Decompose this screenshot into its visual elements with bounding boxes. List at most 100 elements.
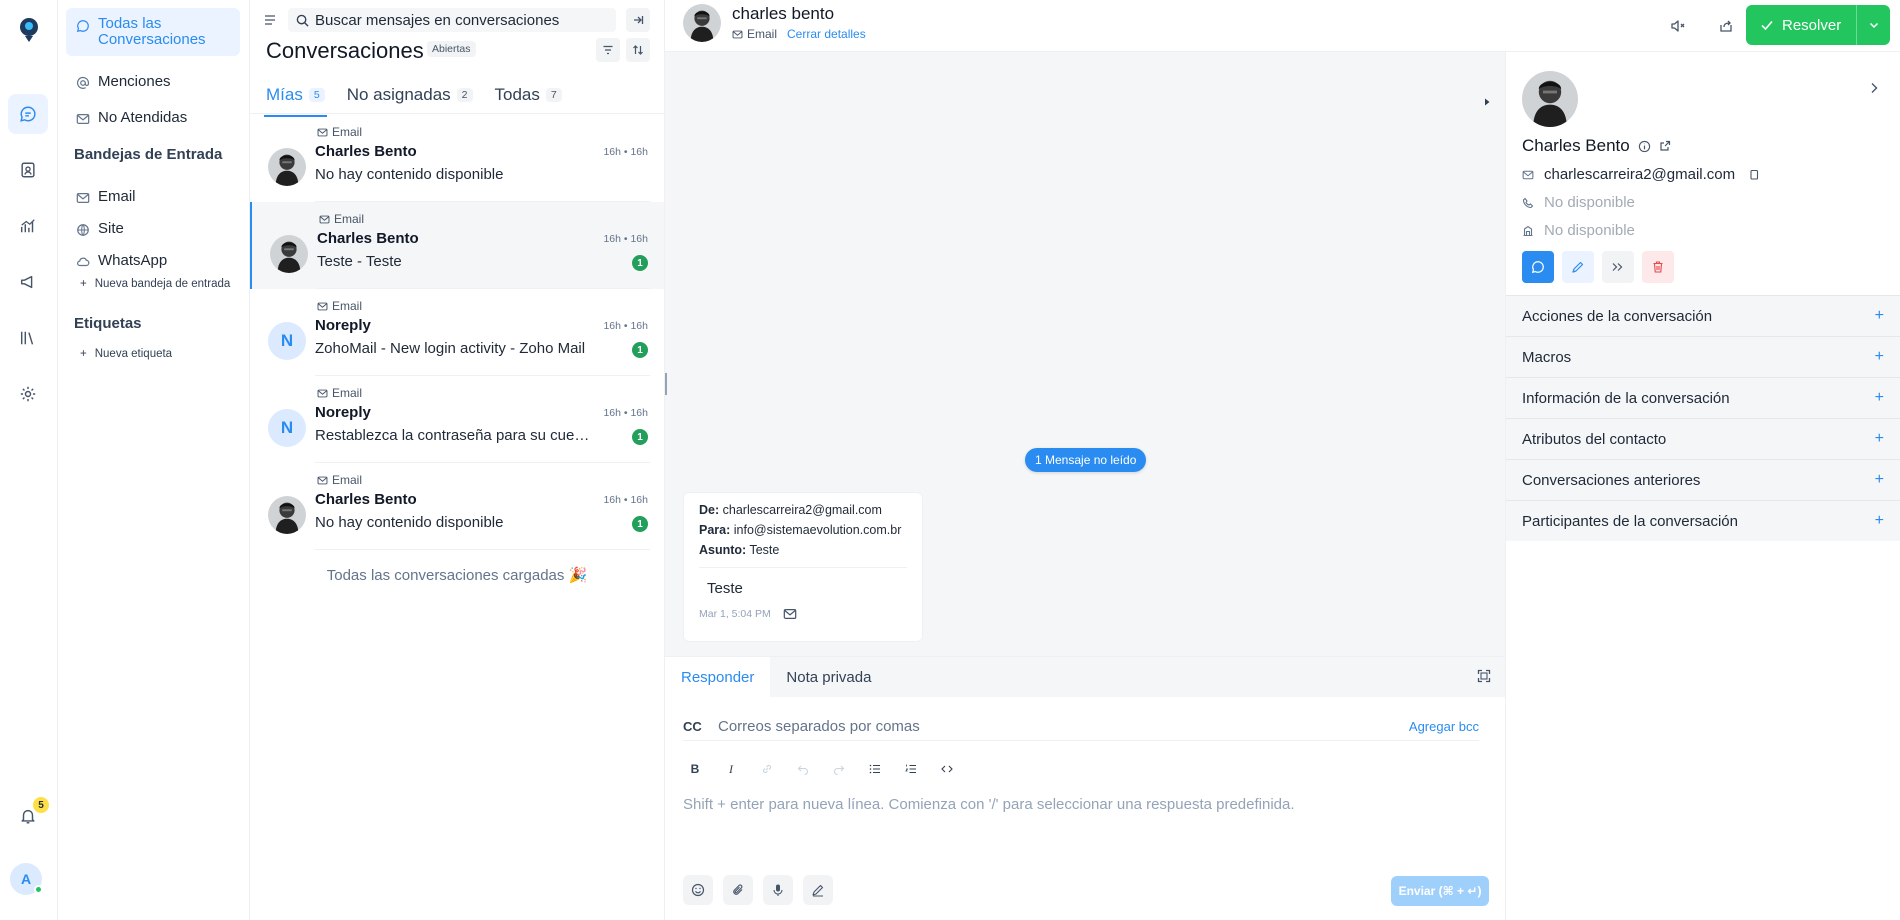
plus-icon: + <box>1874 471 1884 488</box>
link-icon[interactable] <box>755 757 779 781</box>
conversations-nav-icon[interactable] <box>8 94 48 134</box>
tab-private-note[interactable]: Nota privada <box>770 657 887 697</box>
contact-section-accordion[interactable]: Macros + <box>1506 336 1900 377</box>
close-details-link[interactable]: Cerrar detalles <box>787 27 866 41</box>
conversation-item[interactable]: Email Charles Bento No hay contenido dispo… <box>250 463 664 550</box>
bullet-list-icon[interactable] <box>863 757 887 781</box>
signature-pen-icon[interactable] <box>803 875 833 905</box>
library-nav-icon[interactable] <box>8 318 48 358</box>
bold-icon[interactable]: B <box>683 757 707 781</box>
send-button[interactable]: Enviar (⌘ + ↵) <box>1391 876 1489 906</box>
edit-contact-button[interactable] <box>1562 251 1594 283</box>
mail-icon <box>1522 169 1534 181</box>
globe-icon <box>76 223 90 237</box>
status-badge[interactable]: Abiertas <box>427 41 476 57</box>
email-body: Teste <box>707 580 743 597</box>
tab-label: Todas <box>494 85 540 104</box>
conversation-last-message: Teste - Teste <box>317 253 402 270</box>
contact-section-accordion[interactable]: Acciones de la conversación + <box>1506 295 1900 336</box>
contact-avatar <box>270 235 308 273</box>
inbox-icon <box>76 112 90 126</box>
chat-bubble-icon <box>76 19 90 33</box>
tab-count: 5 <box>308 88 325 102</box>
section-title: Acciones de la conversación <box>1522 307 1713 325</box>
conversation-item[interactable]: N Email Noreply ZohoMail - New login activi… <box>250 289 664 376</box>
copy-icon[interactable] <box>1749 169 1759 181</box>
contacts-nav-icon[interactable] <box>8 150 48 190</box>
menu-icon[interactable] <box>264 14 278 26</box>
contact-avatar[interactable] <box>683 4 721 42</box>
expand-editor-icon[interactable] <box>1477 669 1491 683</box>
conversation-last-message: No hay contenido disponible <box>315 166 504 183</box>
search-input[interactable] <box>315 11 608 29</box>
mute-button[interactable] <box>1666 14 1690 38</box>
settings-gear-icon[interactable] <box>8 374 48 414</box>
contact-avatar <box>268 148 306 186</box>
unread-messages-pill[interactable]: 1 Mensaje no leído <box>1025 448 1147 472</box>
conversation-item[interactable]: Email Charles Bento Teste - Teste 16h • 16h… <box>250 202 664 289</box>
collapse-sidebar-button[interactable] <box>626 8 650 32</box>
contact-avatar: N <box>268 409 306 447</box>
conversation-item[interactable]: N Email Noreply Restablezca la contraseña p… <box>250 376 664 463</box>
merge-contact-button[interactable] <box>1602 251 1634 283</box>
contact-section-accordion[interactable]: Atributos del contacto + <box>1506 418 1900 459</box>
chevron-right-icon[interactable] <box>1868 82 1880 94</box>
share-button[interactable] <box>1714 14 1738 38</box>
contact-email[interactable]: charlescarreira2@gmail.com <box>1544 166 1735 183</box>
tab-reply[interactable]: Responder <box>665 657 771 697</box>
toggle-contact-panel-arrow-icon[interactable] <box>1482 97 1492 107</box>
filter-button[interactable] <box>596 38 620 62</box>
contact-section-accordion[interactable]: Participantes de la conversación + <box>1506 500 1900 541</box>
add-bcc-link[interactable]: Agregar bcc <box>1409 719 1479 734</box>
emoji-picker-icon[interactable] <box>683 875 713 905</box>
contact-section-accordion[interactable]: Información de la conversación + <box>1506 377 1900 418</box>
redo-icon[interactable] <box>827 757 851 781</box>
tab-all[interactable]: Todas 7 <box>495 77 562 113</box>
message-editor[interactable] <box>683 796 1479 856</box>
delete-contact-button[interactable] <box>1642 251 1674 283</box>
conversation-item[interactable]: Email Charles Bento No hay contenido dispo… <box>250 115 664 202</box>
sidebar-inbox-site[interactable]: Site <box>66 212 240 245</box>
microphone-icon[interactable] <box>763 875 793 905</box>
panel-resize-handle[interactable] <box>665 373 667 395</box>
chat-contact-name[interactable]: charles bento <box>732 4 834 24</box>
plus-icon: + <box>80 278 87 290</box>
sidebar-item-label: WhatsApp <box>98 252 168 269</box>
sidebar-item-all-conversations[interactable]: Todas las Conversaciones <box>66 8 240 56</box>
italic-icon[interactable]: I <box>719 757 743 781</box>
contact-section-accordion[interactable]: Conversaciones anteriores + <box>1506 459 1900 500</box>
code-icon[interactable] <box>935 757 959 781</box>
info-icon[interactable] <box>1638 140 1651 153</box>
new-inbox-link[interactable]: + Nueva bandeja de entrada <box>80 278 230 290</box>
sort-button[interactable] <box>626 38 650 62</box>
conversation-inbox-name: Email <box>332 125 363 139</box>
conversation-contact-name: Charles Bento <box>315 491 417 508</box>
chat-header: charles bento Email Cerrar detalles Reso… <box>665 0 1900 52</box>
new-message-button[interactable] <box>1522 251 1554 283</box>
sidebar-inbox-whatsapp[interactable]: WhatsApp <box>66 244 240 277</box>
conversation-inbox: Email <box>317 299 362 313</box>
sidebar-item-unattended[interactable]: No Atendidas <box>66 101 240 134</box>
new-label-link[interactable]: + Nueva etiqueta <box>80 348 172 360</box>
attachment-paperclip-icon[interactable] <box>723 875 753 905</box>
app-logo-icon[interactable] <box>14 14 44 44</box>
resolve-main[interactable]: Resolver <box>1746 5 1856 45</box>
resolve-dropdown-chevron-down-icon[interactable] <box>1857 19 1890 31</box>
numbered-list-icon[interactable] <box>899 757 923 781</box>
search-box <box>288 8 616 32</box>
list-tools <box>596 38 650 62</box>
external-link-icon[interactable] <box>1659 140 1671 152</box>
unread-count-badge: 1 <box>632 429 648 445</box>
cc-input[interactable] <box>718 718 1409 735</box>
tab-count: 7 <box>545 88 562 102</box>
resolve-button[interactable]: Resolver <box>1746 5 1890 45</box>
tab-mine[interactable]: Mías 5 <box>264 77 327 117</box>
sidebar-item-mentions[interactable]: Menciones <box>66 65 240 98</box>
conversation-time: 16h • 16h <box>603 146 648 158</box>
message-area[interactable]: 1 Mensaje no leído De: charlescarreira2@… <box>665 52 1505 656</box>
reports-nav-icon[interactable] <box>8 206 48 246</box>
undo-icon[interactable] <box>791 757 815 781</box>
campaigns-nav-icon[interactable] <box>8 262 48 302</box>
tab-unassigned[interactable]: No asignadas 2 <box>347 77 473 113</box>
sidebar-inbox-email[interactable]: Email <box>66 180 240 213</box>
